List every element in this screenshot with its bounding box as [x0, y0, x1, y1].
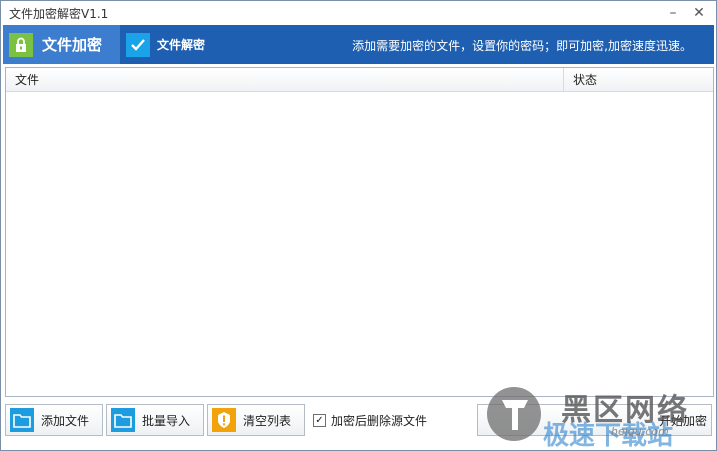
minimize-button[interactable]: – [662, 3, 684, 23]
batch-import-button[interactable]: 批量导入 [106, 404, 204, 436]
list-body[interactable] [6, 93, 713, 396]
instruction-text: 添加需要加密的文件，设置你的密码；即可加密,加密速度迅速。 [352, 39, 692, 53]
list-header: 文件 状态 [6, 68, 713, 92]
bottom-toolbar: 添加文件 批量导入 清空列表 ✓ 加密后删除源文件 开始加密 [1, 401, 716, 441]
tab-encrypt[interactable]: 文件加密 [3, 25, 120, 64]
column-header-status[interactable]: 状态 [565, 68, 713, 92]
add-files-label: 添加文件 [41, 413, 90, 428]
window-title: 文件加密解密V1.1 [9, 7, 109, 21]
folder-icon [10, 408, 34, 432]
title-bar: 文件加密解密V1.1 – ✕ [1, 1, 716, 25]
folder-icon [111, 408, 135, 432]
column-header-file[interactable]: 文件 [6, 68, 564, 92]
mode-tab-bar: 文件加密 文件解密 添加需要加密的文件，设置你的密码；即可加密,加密速度迅速。 [3, 25, 714, 64]
delete-source-label: 加密后删除源文件 [331, 414, 428, 428]
start-encrypt-label: 开始加密 [658, 413, 707, 428]
delete-source-checkbox[interactable]: ✓ 加密后删除源文件 [313, 412, 427, 429]
batch-import-label: 批量导入 [142, 413, 191, 428]
file-list[interactable]: 文件 状态 [5, 67, 714, 397]
start-encrypt-button[interactable]: 开始加密 [477, 404, 712, 436]
app-window: 文件加密解密V1.1 – ✕ 文件加密 文件解密 添加需要加密的文件，设置你的密… [0, 0, 717, 451]
check-icon [126, 32, 150, 57]
tab-decrypt[interactable]: 文件解密 [122, 25, 232, 64]
checkbox-check-icon[interactable]: ✓ [313, 414, 326, 427]
tab-decrypt-label: 文件解密 [157, 38, 206, 52]
lock-icon [9, 32, 33, 57]
warning-icon [212, 408, 236, 432]
clear-list-label: 清空列表 [243, 413, 292, 428]
close-button[interactable]: ✕ [688, 3, 710, 23]
add-files-button[interactable]: 添加文件 [5, 404, 103, 436]
tab-encrypt-label: 文件加密 [42, 36, 103, 54]
clear-list-button[interactable]: 清空列表 [207, 404, 305, 436]
